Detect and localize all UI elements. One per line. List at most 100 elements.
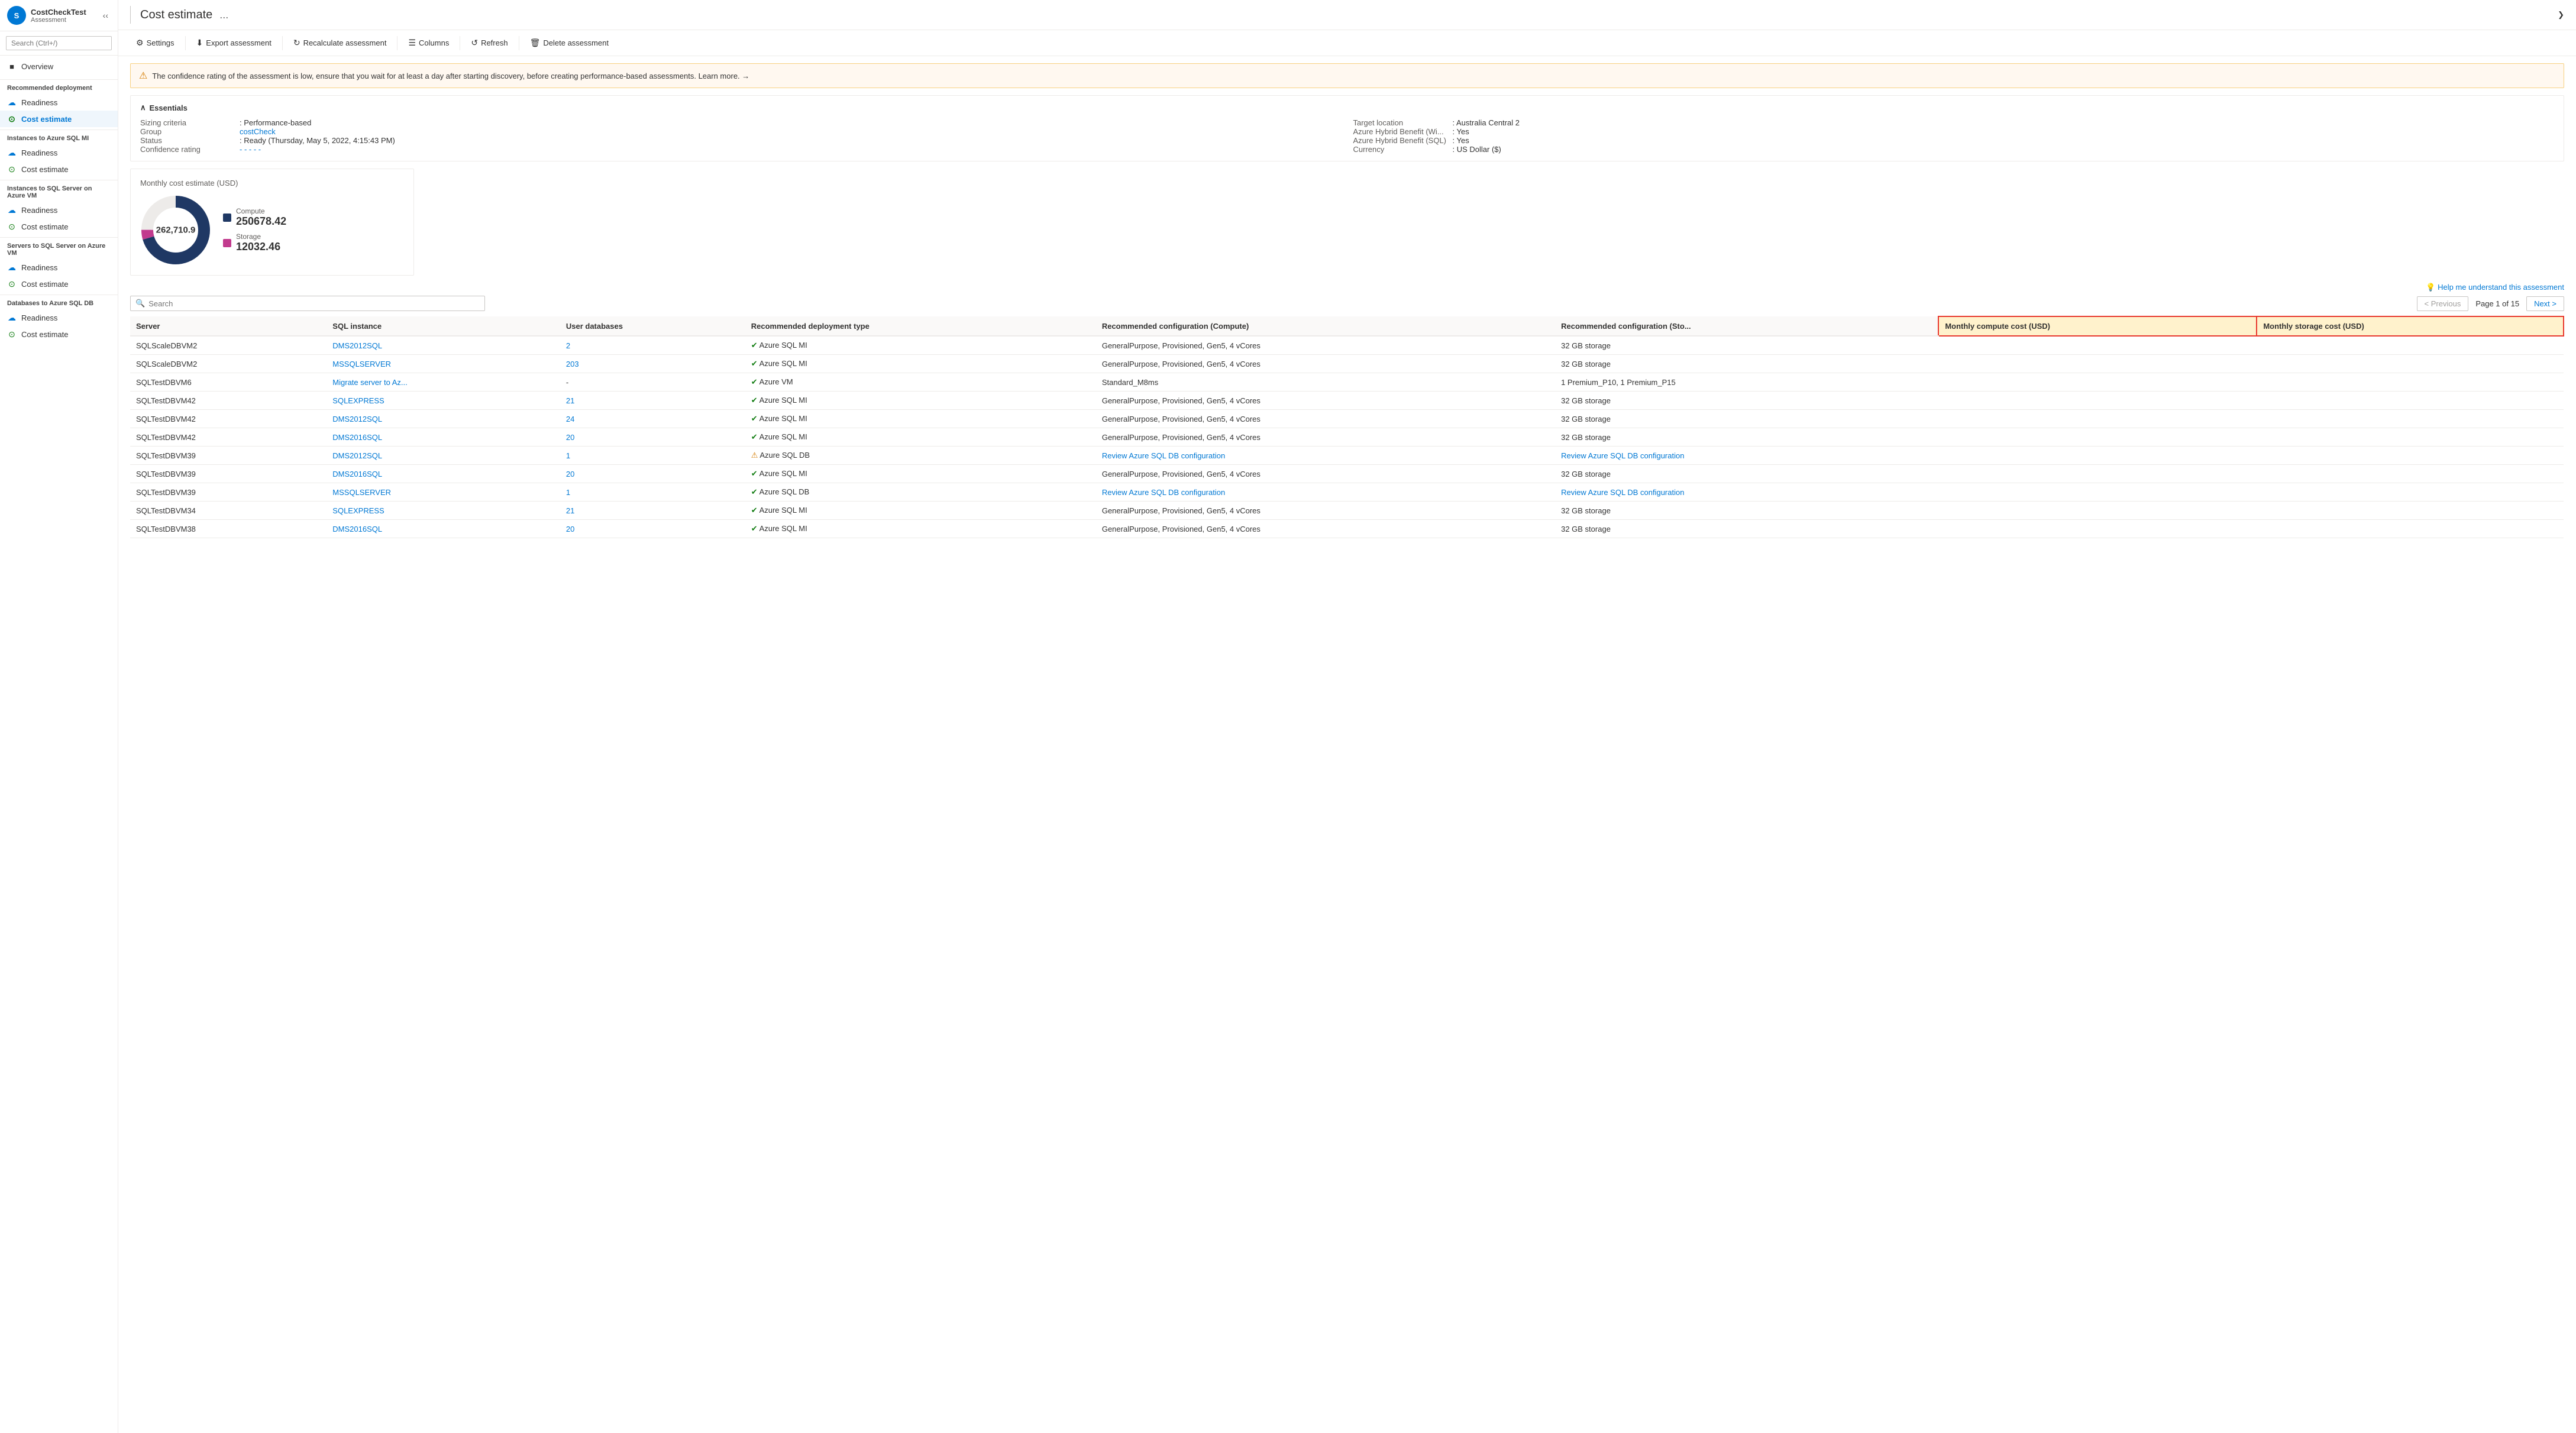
sql-instance-link[interactable]: MSSQLSERVER (332, 488, 391, 497)
green-icon-3: ⊙ (7, 222, 17, 231)
server-text: SQLScaleDBVM2 (136, 341, 197, 350)
refresh-button[interactable]: ↺ Refresh (465, 35, 513, 51)
toolbar-divider-2 (282, 36, 283, 50)
config-compute-text: GeneralPurpose, Provisioned, Gen5, 4 vCo… (1102, 396, 1260, 405)
cell-deploy-type: ⚠ Azure SQL DB (745, 447, 1096, 465)
cell-monthly-compute (1938, 502, 2257, 520)
search-input[interactable] (6, 36, 112, 50)
cell-deploy-type: ✔ Azure SQL MI (745, 336, 1096, 355)
sidebar-item-serversvm-readiness[interactable]: ☁ Readiness (0, 259, 118, 276)
col-config-compute[interactable]: Recommended configuration (Compute) (1096, 316, 1555, 336)
user-db-link[interactable]: 1 (566, 451, 570, 460)
sql-instance-link[interactable]: SQLEXPRESS (332, 506, 384, 515)
sql-instance-link[interactable]: MSSQLSERVER (332, 360, 391, 368)
export-button[interactable]: ⬇ Export assessment (190, 35, 277, 51)
sidebar-collapse-button[interactable]: ‹‹ (101, 11, 111, 20)
user-db-link[interactable]: 20 (566, 433, 574, 442)
sql-instance-link[interactable]: DMS2016SQL (332, 525, 382, 533)
sidebar-item-serversvm-cost[interactable]: ⊙ Cost estimate (0, 276, 118, 292)
sql-instance-link[interactable]: SQLEXPRESS (332, 396, 384, 405)
sidebar-item-recommended-readiness[interactable]: ☁ Readiness (0, 94, 118, 111)
recalculate-label: Recalculate assessment (303, 38, 387, 47)
sidebar-item-recommended-cost[interactable]: ⊙ Cost estimate (0, 111, 118, 127)
columns-button[interactable]: ☰ Columns (402, 35, 455, 51)
col-user-db[interactable]: User databases (560, 316, 745, 336)
recalculate-button[interactable]: ↻ Recalculate assessment (287, 35, 393, 51)
cell-monthly-storage (2257, 447, 2564, 465)
delete-button[interactable]: 🗑 Delete assessment (524, 35, 615, 51)
config-storage-link[interactable]: Review Azure SQL DB configuration (1561, 451, 1684, 460)
col-monthly-storage[interactable]: Monthly storage cost (USD) (2257, 316, 2564, 336)
deploy-type-text: Azure SQL MI (759, 432, 807, 441)
sidebar-item-dbsql-readiness[interactable]: ☁ Readiness (0, 309, 118, 326)
config-storage-text: 32 GB storage (1561, 341, 1611, 350)
export-label: Export assessment (206, 38, 272, 47)
cell-config-storage: 32 GB storage (1555, 410, 1938, 428)
app-logo: S (7, 6, 26, 25)
cell-monthly-compute (1938, 392, 2257, 410)
config-compute-text: GeneralPurpose, Provisioned, Gen5, 4 vCo… (1102, 415, 1260, 423)
user-db-link[interactable]: 1 (566, 488, 570, 497)
cell-user-db: - (560, 373, 745, 392)
page-info: Page 1 of 15 (2471, 299, 2524, 308)
table-row: SQLTestDBVM39 DMS2016SQL 20 ✔ Azure SQL … (130, 465, 2564, 483)
user-db-link[interactable]: 24 (566, 415, 574, 423)
sql-instance-link[interactable]: DMS2012SQL (332, 451, 382, 460)
header-divider (130, 6, 131, 24)
sidebar-item-sqlvm-readiness[interactable]: ☁ Readiness (0, 202, 118, 218)
config-storage-text: 32 GB storage (1561, 396, 1611, 405)
config-storage-text: 32 GB storage (1561, 415, 1611, 423)
group-value[interactable]: costCheck (240, 127, 276, 136)
sidebar-item-overview[interactable]: ■ Overview (0, 58, 118, 75)
previous-button[interactable]: < Previous (2417, 296, 2469, 311)
config-storage-link[interactable]: Review Azure SQL DB configuration (1561, 488, 1684, 497)
cell-monthly-compute (1938, 447, 2257, 465)
essentials-header[interactable]: ∧ Essentials (140, 103, 2554, 112)
config-compute-link[interactable]: Review Azure SQL DB configuration (1102, 488, 1225, 497)
user-db-link[interactable]: 20 (566, 525, 574, 533)
sql-instance-link[interactable]: DMS2012SQL (332, 341, 382, 350)
settings-button[interactable]: ⚙ Settings (130, 35, 180, 51)
table-search-input[interactable] (148, 299, 480, 308)
toolbar-divider-1 (185, 36, 186, 50)
col-sql-instance[interactable]: SQL instance (327, 316, 560, 336)
user-db-text: - (566, 378, 568, 387)
cell-monthly-compute (1938, 373, 2257, 392)
user-db-link[interactable]: 21 (566, 396, 574, 405)
sidebar-item-dbsql-cost[interactable]: ⊙ Cost estimate (0, 326, 118, 342)
legend-compute: Compute 250678.42 (223, 207, 286, 228)
cell-monthly-storage (2257, 392, 2564, 410)
cell-config-compute: GeneralPurpose, Provisioned, Gen5, 4 vCo… (1096, 465, 1555, 483)
sidebar-item-sqlmi-cost[interactable]: ⊙ Cost estimate (0, 161, 118, 177)
help-link[interactable]: 💡 Help me understand this assessment (130, 283, 2564, 292)
confidence-value[interactable]: - - - - - (240, 145, 261, 154)
user-db-link[interactable]: 203 (566, 360, 579, 368)
refresh-icon: ↺ (471, 38, 478, 48)
cell-deploy-type: ✔ Azure SQL MI (745, 465, 1096, 483)
col-config-storage[interactable]: Recommended configuration (Sto... (1555, 316, 1938, 336)
col-server[interactable]: Server (130, 316, 327, 336)
user-db-link[interactable]: 21 (566, 506, 574, 515)
config-compute-link[interactable]: Review Azure SQL DB configuration (1102, 451, 1225, 460)
user-db-link[interactable]: 20 (566, 470, 574, 478)
sidebar-item-sqlvm-cost[interactable]: ⊙ Cost estimate (0, 218, 118, 235)
expand-icon[interactable]: ❯ (2558, 10, 2564, 20)
next-button[interactable]: Next > (2526, 296, 2564, 311)
sql-instance-link[interactable]: DMS2012SQL (332, 415, 382, 423)
location-label: Target location (1353, 118, 1448, 127)
essentials-left: Sizing criteria : Performance-based Grou… (140, 118, 1342, 154)
more-options-icon[interactable]: ... (219, 9, 228, 21)
col-deploy-type[interactable]: Recommended deployment type (745, 316, 1096, 336)
sql-instance-link[interactable]: DMS2016SQL (332, 470, 382, 478)
sidebar-item-sqlmi-readiness[interactable]: ☁ Readiness (0, 144, 118, 161)
sql-instance-link[interactable]: DMS2016SQL (332, 433, 382, 442)
hybrid-wi-label: Azure Hybrid Benefit (Wi... (1353, 127, 1448, 136)
col-monthly-compute[interactable]: Monthly compute cost (USD) (1938, 316, 2257, 336)
server-text: SQLTestDBVM39 (136, 488, 196, 497)
toolbar: ⚙ Settings ⬇ Export assessment ↻ Recalcu… (118, 30, 2576, 56)
group-label: Group (140, 127, 235, 136)
sql-instance-link[interactable]: Migrate server to Az... (332, 378, 407, 387)
table-controls: 🔍 < Previous Page 1 of 15 Next > (130, 296, 2564, 311)
deploy-type-text: Azure SQL MI (759, 341, 807, 350)
user-db-link[interactable]: 2 (566, 341, 570, 350)
